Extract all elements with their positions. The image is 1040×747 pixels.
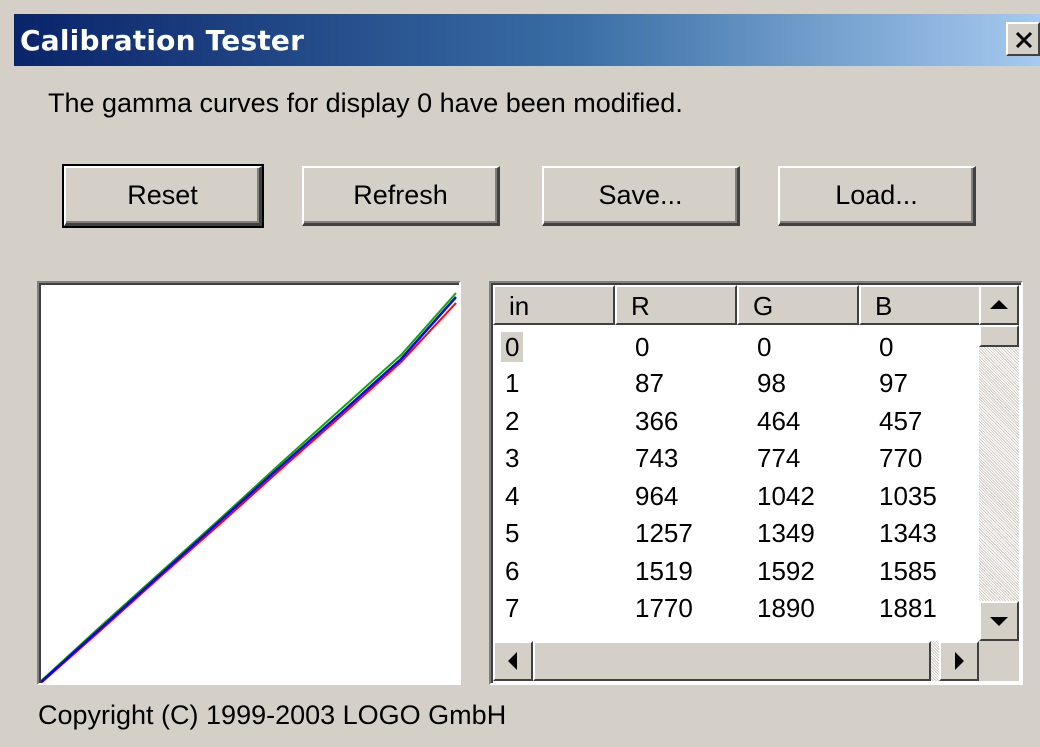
gamma-table[interactable]: in R G B 0 0 0 0 1 87 98 97 2 366 464 45…	[489, 281, 1023, 685]
table-cell[interactable]: 964	[635, 478, 678, 514]
table-cell[interactable]: 1770	[635, 590, 693, 626]
table-cell[interactable]: 1349	[757, 515, 815, 551]
table-cell[interactable]: 1890	[757, 590, 815, 626]
reset-button[interactable]: Reset	[64, 166, 262, 226]
close-icon	[1015, 31, 1033, 49]
scroll-up-button[interactable]	[979, 285, 1019, 325]
table-cell[interactable]: 0	[635, 329, 649, 365]
close-button[interactable]	[1006, 22, 1040, 56]
table-cell[interactable]: 1042	[757, 478, 815, 514]
gamma-table-grid: in R G B 0 0 0 0 1 87 98 97 2 366 464 45…	[491, 283, 1021, 683]
scroll-down-button[interactable]	[979, 601, 1019, 641]
table-row-header[interactable]: 6	[505, 553, 519, 589]
table-cell[interactable]: 457	[879, 403, 922, 439]
triangle-up-icon	[990, 300, 1008, 309]
table-cell[interactable]: 1519	[635, 553, 693, 589]
title-bar[interactable]: Calibration Tester	[14, 14, 1040, 66]
table-cell[interactable]: 1343	[879, 515, 937, 551]
table-cell[interactable]: 0	[757, 329, 771, 365]
table-cell[interactable]: 774	[757, 440, 800, 476]
load-button[interactable]: Load...	[778, 166, 976, 226]
table-row-header[interactable]: 5	[505, 515, 519, 551]
column-header-g[interactable]: G	[737, 285, 859, 325]
horizontal-scrollbar[interactable]	[493, 641, 979, 681]
table-row-header[interactable]: 4	[505, 478, 519, 514]
green-gamma-curve	[40, 292, 457, 682]
save-button[interactable]: Save...	[542, 166, 740, 226]
table-row-header[interactable]: 3	[505, 440, 519, 476]
graph-canvas	[39, 283, 459, 684]
table-cell[interactable]: 0	[879, 329, 893, 365]
table-cell[interactable]: 1585	[879, 553, 937, 589]
gamma-curve-graph	[37, 281, 461, 685]
column-header-b[interactable]: B	[859, 285, 983, 325]
column-header-r[interactable]: R	[615, 285, 737, 325]
calibration-tester-window: Calibration Tester The gamma curves for …	[0, 0, 1040, 747]
horizontal-scroll-thumb[interactable]	[533, 641, 931, 681]
copyright-label: Copyright (C) 1999-2003 LOGO GmbH	[38, 700, 507, 730]
table-cell[interactable]: 98	[757, 365, 786, 401]
table-cell[interactable]: 1035	[879, 478, 937, 514]
table-cell[interactable]: 366	[635, 403, 678, 439]
triangle-down-icon	[990, 617, 1008, 626]
table-row-header[interactable]: 1	[505, 365, 519, 401]
table-cell[interactable]: 464	[757, 403, 800, 439]
table-cell[interactable]: 1257	[635, 515, 693, 551]
table-row-header[interactable]: 2	[505, 403, 519, 439]
column-header-in[interactable]: in	[493, 285, 615, 325]
vertical-scrollbar[interactable]	[979, 285, 1019, 641]
table-cell[interactable]: 97	[879, 365, 908, 401]
table-row-header[interactable]: 7	[505, 590, 519, 626]
table-cell[interactable]: 770	[879, 440, 922, 476]
scroll-right-button[interactable]	[939, 641, 979, 681]
triangle-left-icon	[508, 652, 517, 670]
table-cell[interactable]: 1881	[879, 590, 937, 626]
scrollbar-corner	[979, 641, 1019, 681]
table-cell[interactable]: 87	[635, 365, 664, 401]
window-title: Calibration Tester	[20, 24, 305, 57]
status-message: The gamma curves for display 0 have been…	[48, 88, 683, 118]
vertical-scroll-thumb[interactable]	[979, 325, 1019, 347]
row-header-0: 0	[501, 332, 524, 362]
table-cell[interactable]: 1592	[757, 553, 815, 589]
triangle-right-icon	[955, 652, 964, 670]
scroll-left-button[interactable]	[493, 641, 533, 681]
table-cell[interactable]: 743	[635, 440, 678, 476]
gamma-curves-plot	[40, 292, 457, 684]
refresh-button[interactable]: Refresh	[302, 166, 500, 226]
table-row-header[interactable]: 0	[501, 329, 524, 365]
